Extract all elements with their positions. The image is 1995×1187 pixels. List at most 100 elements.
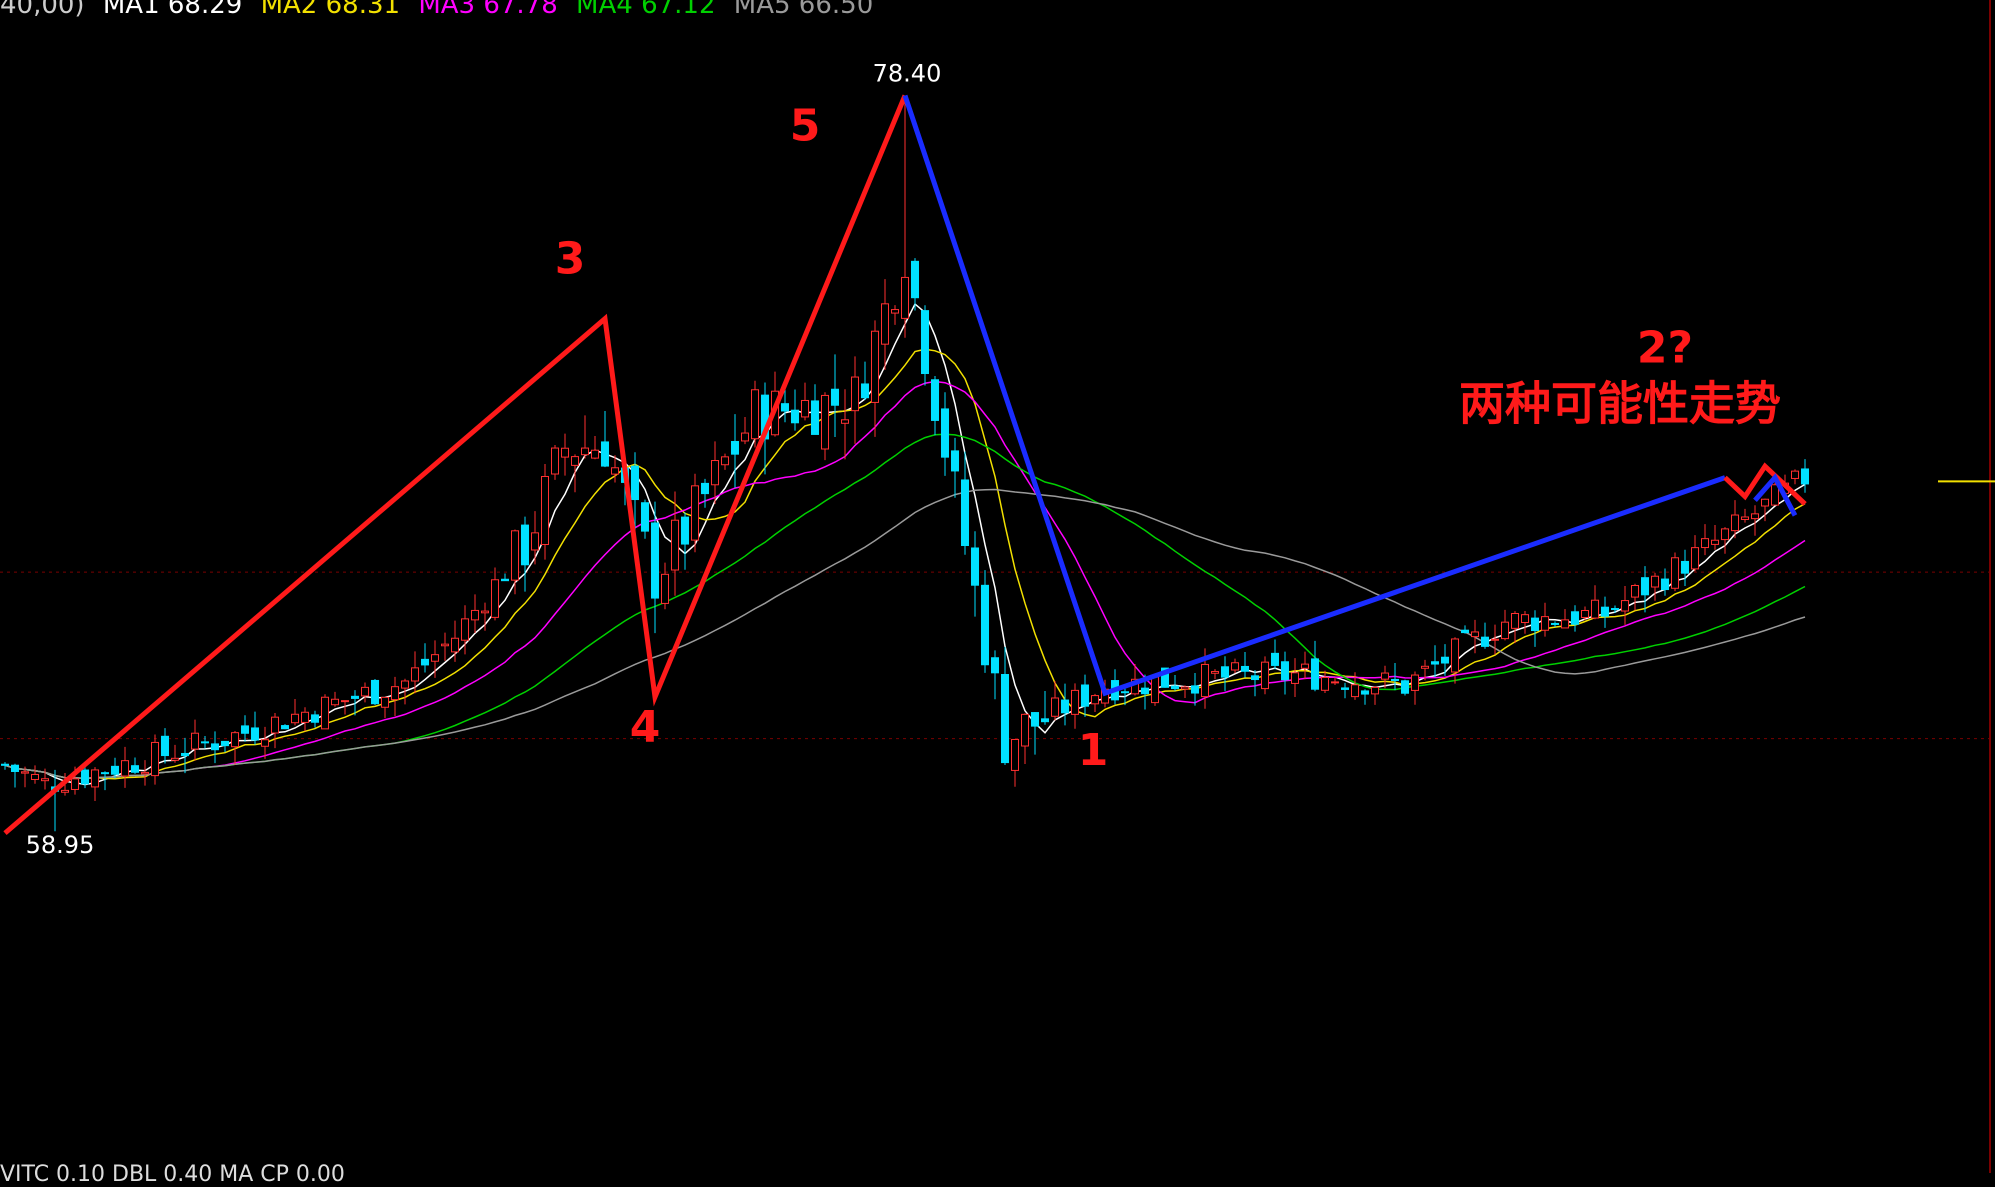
candle-body xyxy=(1281,661,1289,681)
candle-body xyxy=(1641,577,1649,596)
candle-body xyxy=(1421,665,1429,669)
candle-body xyxy=(1471,631,1479,638)
candle-body xyxy=(901,276,909,319)
candle-body xyxy=(551,447,559,475)
candle-body xyxy=(691,485,699,541)
candle-body xyxy=(431,654,439,662)
grid xyxy=(0,0,1995,1173)
candle-body xyxy=(641,502,649,532)
candle-body xyxy=(101,772,109,775)
candle-body xyxy=(1251,675,1259,681)
candle-body xyxy=(791,409,799,424)
candle-body xyxy=(1721,528,1729,541)
candle-body xyxy=(671,519,679,571)
candle-body xyxy=(1761,498,1769,507)
candle-body xyxy=(1371,686,1379,695)
candle-body xyxy=(1491,638,1499,641)
chart-window: 40,00) MA1 68.29 MA2 68.31 MA3 67.78 MA4… xyxy=(0,0,1995,1187)
candle-body xyxy=(1511,613,1519,629)
candle-body xyxy=(981,584,989,666)
candle-body xyxy=(161,735,169,757)
annotation-text: 两种可能性走势 xyxy=(1459,377,1781,431)
candle-body xyxy=(281,725,289,730)
candle-body xyxy=(361,686,369,697)
candle-body xyxy=(801,399,809,418)
candle-body xyxy=(1551,622,1559,625)
wave-label-4: 4 xyxy=(630,702,661,753)
candle-body xyxy=(651,522,659,599)
candle-body xyxy=(121,760,129,777)
candle-body xyxy=(1291,672,1299,684)
candle-body xyxy=(921,310,929,375)
candle-body xyxy=(1711,539,1719,545)
candle-body xyxy=(1311,658,1319,690)
candle-body xyxy=(1671,557,1679,589)
candle-body xyxy=(1301,663,1309,669)
candle-body xyxy=(461,618,469,641)
candle-body xyxy=(871,330,879,403)
candle-body xyxy=(1201,663,1209,698)
candle-body xyxy=(271,716,279,734)
candle-body xyxy=(141,771,149,775)
candle-body xyxy=(1211,670,1219,674)
candle-body xyxy=(701,482,709,495)
candle-body xyxy=(1361,690,1369,695)
candle-body xyxy=(1771,484,1779,506)
candle-body xyxy=(351,695,359,699)
price-chart: 78.40 58.95 3 4 5 1 2?两种可能性走势 xyxy=(0,0,1995,1173)
candle-body xyxy=(941,408,949,458)
candle-body xyxy=(521,524,529,566)
candle-body xyxy=(1521,614,1529,624)
candle-body xyxy=(1411,674,1419,691)
candle-body xyxy=(211,743,219,751)
candle-body xyxy=(381,696,389,708)
candle-body xyxy=(1751,513,1759,520)
candle-body xyxy=(191,732,199,750)
candle-body xyxy=(1001,674,1009,764)
candle-body xyxy=(731,441,739,455)
candle-body xyxy=(541,475,549,546)
candle-body xyxy=(1401,680,1409,694)
candle-body xyxy=(781,403,789,412)
price-high-label: 78.40 xyxy=(873,60,942,88)
wave-label-1: 1 xyxy=(1078,725,1109,776)
candle-body xyxy=(1231,662,1239,671)
candle-body xyxy=(741,432,749,442)
candle-body xyxy=(1541,616,1549,631)
candle-body xyxy=(1061,699,1069,714)
candle-body xyxy=(471,609,479,621)
candle-body xyxy=(841,419,849,424)
candle-body xyxy=(1681,560,1689,574)
candle-body xyxy=(1601,606,1609,617)
candle-body xyxy=(411,667,419,682)
candle-body xyxy=(1221,666,1229,678)
candle-body xyxy=(1011,738,1019,771)
candle-body xyxy=(1391,678,1399,681)
candle-body xyxy=(1351,684,1359,698)
candle-body xyxy=(261,739,269,747)
wave-line-1 xyxy=(3,94,908,835)
candle-body xyxy=(1701,538,1709,549)
candle-body xyxy=(341,700,349,703)
candle-body xyxy=(1791,470,1799,479)
candle-body xyxy=(1121,691,1129,694)
candle-body xyxy=(151,741,159,777)
candle-body xyxy=(1081,684,1089,707)
candle-body xyxy=(1621,600,1629,612)
candle-body xyxy=(401,680,409,689)
candle-body xyxy=(481,610,489,614)
candle-body xyxy=(751,389,759,440)
candle-body xyxy=(61,789,69,793)
candle-body xyxy=(171,757,179,761)
candle-body xyxy=(181,752,189,757)
candle-body xyxy=(681,516,689,545)
candle-body xyxy=(561,447,569,458)
candle-body xyxy=(391,686,399,701)
candle-body xyxy=(291,713,299,724)
candle-body xyxy=(81,769,89,785)
price-low-label: 58.95 xyxy=(26,831,95,859)
candle-body xyxy=(131,765,139,773)
candle-body xyxy=(1151,676,1159,704)
candle-body xyxy=(1141,687,1149,695)
candle-body xyxy=(441,643,449,647)
